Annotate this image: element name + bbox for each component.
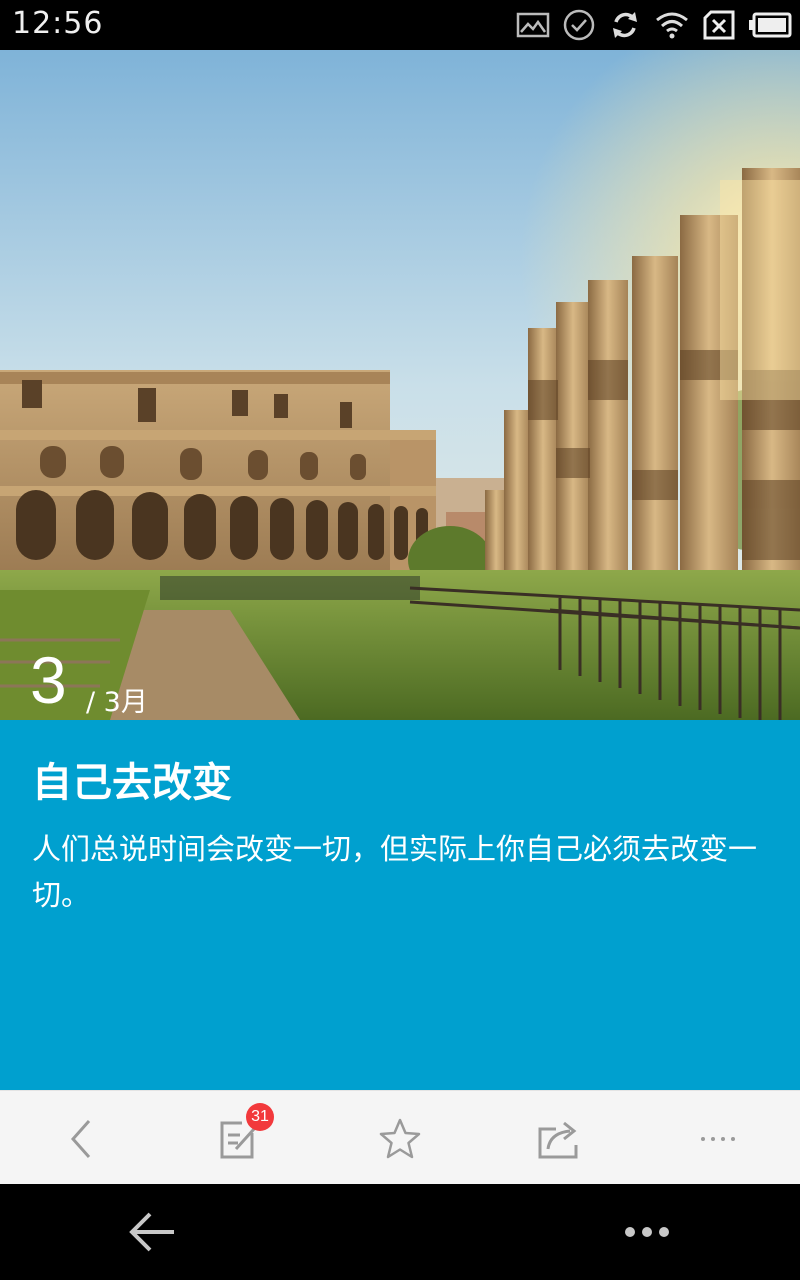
nav-back-button[interactable] bbox=[124, 1208, 180, 1256]
system-navbar bbox=[0, 1184, 800, 1280]
nav-menu-button[interactable] bbox=[620, 1220, 676, 1244]
sync-icon bbox=[613, 12, 637, 38]
status-icons bbox=[516, 6, 792, 44]
quote-body: 人们总说时间会改变一切，但实际上你自己必须去改变一切。 bbox=[32, 832, 758, 912]
nav-back-icon bbox=[129, 1212, 174, 1252]
more-icon bbox=[701, 1137, 735, 1141]
more-button[interactable] bbox=[690, 1111, 750, 1167]
sim-x-icon bbox=[703, 10, 735, 40]
colosseum-photo bbox=[0, 50, 800, 720]
battery-icon bbox=[749, 12, 792, 38]
wifi-icon bbox=[656, 12, 688, 39]
day-number: 3 bbox=[30, 643, 67, 717]
check-circle-icon bbox=[563, 9, 595, 41]
share-icon bbox=[538, 1121, 578, 1159]
comment-count-badge: 31 bbox=[246, 1103, 274, 1131]
back-button[interactable] bbox=[50, 1111, 110, 1167]
month-label: / 3月 bbox=[86, 687, 148, 718]
star-icon bbox=[379, 1118, 421, 1159]
status-time: 12:56 bbox=[12, 6, 104, 41]
back-icon bbox=[70, 1120, 91, 1158]
share-button[interactable] bbox=[530, 1111, 590, 1167]
nav-menu-icon bbox=[625, 1227, 669, 1237]
bottom-toolbar: 31 bbox=[0, 1090, 800, 1184]
image-icon bbox=[516, 12, 550, 38]
favorite-button[interactable] bbox=[370, 1111, 430, 1167]
quote-card: 自己去改变 人们总说时间会改变一切，但实际上你自己必须去改变一切。 bbox=[0, 720, 800, 1090]
status-bar: 12:56 bbox=[0, 0, 800, 50]
quote-title: 自己去改变 bbox=[32, 760, 232, 806]
hero-image: 3 / 3月 bbox=[0, 50, 800, 720]
